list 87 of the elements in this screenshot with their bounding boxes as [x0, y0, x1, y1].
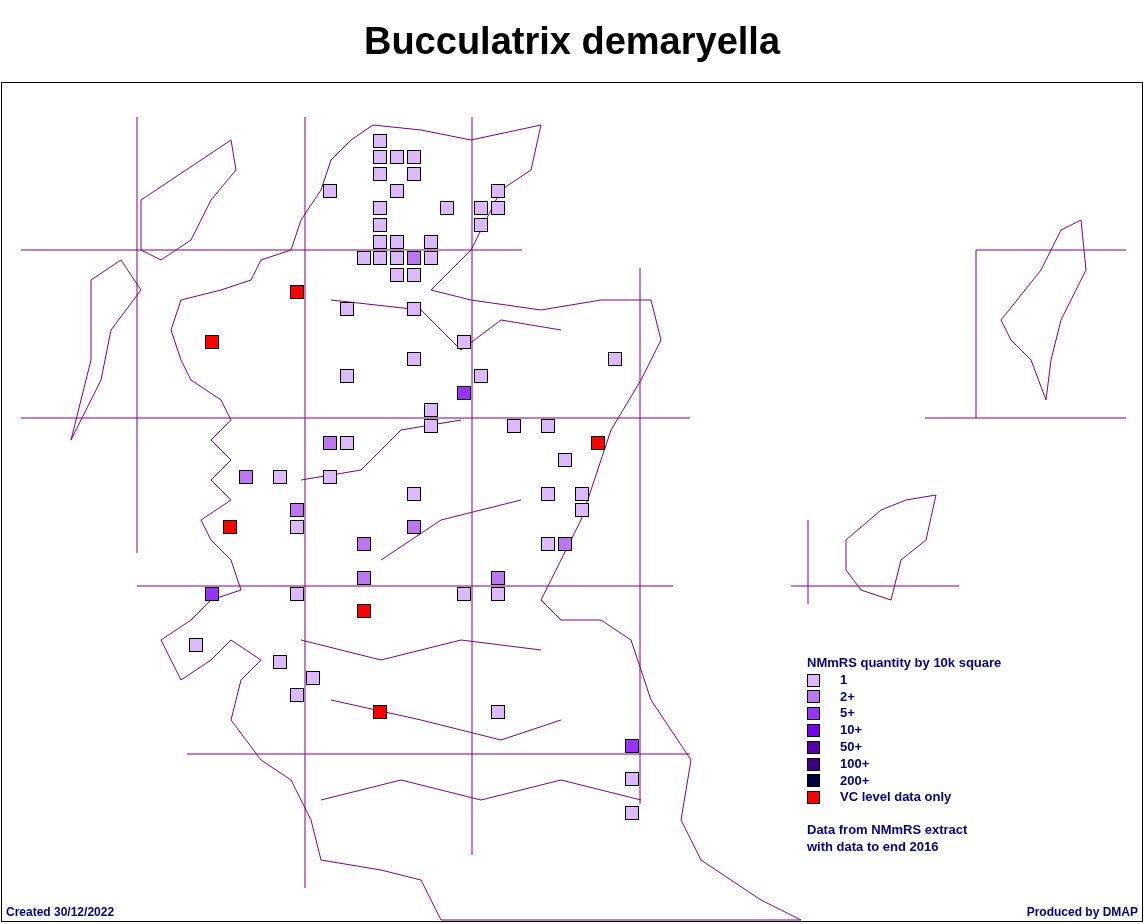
record-square	[373, 150, 387, 164]
record-square	[407, 520, 421, 534]
record-square	[491, 184, 505, 198]
record-square	[474, 201, 488, 215]
record-square	[474, 369, 488, 383]
record-square	[390, 251, 404, 265]
record-square	[625, 772, 639, 786]
record-square	[491, 587, 505, 601]
record-square	[575, 503, 589, 517]
record-square	[239, 470, 253, 484]
legend-label: 200+	[840, 772, 870, 790]
record-square	[407, 251, 421, 265]
legend-label: 10+	[840, 722, 863, 739]
credit-text: Produced by DMAP	[1026, 904, 1138, 921]
record-square	[223, 520, 237, 534]
record-square	[290, 520, 304, 534]
legend-label: 2+	[840, 688, 855, 706]
record-square	[591, 436, 605, 450]
record-square	[407, 487, 421, 501]
record-square	[273, 655, 287, 669]
record-square	[323, 436, 337, 450]
record-square	[440, 201, 454, 215]
record-square	[424, 403, 438, 417]
map-title: Bucculatrix demaryella	[363, 22, 781, 60]
legend-label: VC level data only	[840, 789, 952, 807]
record-square	[558, 453, 572, 467]
legend-label: 5+	[840, 705, 855, 723]
record-square	[340, 369, 354, 383]
record-square	[625, 739, 639, 753]
record-square	[407, 302, 421, 316]
record-square	[457, 386, 471, 400]
record-square	[290, 587, 304, 601]
record-square	[491, 571, 505, 585]
record-square	[373, 235, 387, 249]
record-square	[373, 134, 387, 148]
data-note: Data from NMmRS extract	[807, 822, 969, 839]
record-square	[407, 167, 421, 181]
record-square	[407, 268, 421, 282]
record-square	[407, 352, 421, 366]
legend-label: 50+	[840, 739, 863, 756]
record-square	[357, 537, 371, 551]
record-square	[290, 688, 304, 702]
created-date: Created 30/12/2022	[6, 904, 115, 921]
record-square	[373, 251, 387, 265]
legend-heading: NMmRS quantity by 10k square	[807, 655, 1002, 672]
record-square	[575, 487, 589, 501]
record-square	[424, 419, 438, 433]
record-square	[407, 150, 421, 164]
record-square	[323, 470, 337, 484]
record-square	[424, 251, 438, 265]
record-square	[306, 671, 320, 685]
record-square	[424, 235, 438, 249]
record-square	[390, 184, 404, 198]
record-square	[340, 302, 354, 316]
legend-label: 100+	[840, 755, 870, 773]
legend-label: 1	[840, 671, 848, 689]
record-square	[608, 352, 622, 366]
record-square	[507, 419, 521, 433]
record-square	[457, 587, 471, 601]
record-square	[541, 419, 555, 433]
record-square	[491, 705, 505, 719]
record-square	[491, 201, 505, 215]
record-square	[390, 150, 404, 164]
record-square	[205, 335, 219, 349]
record-square	[474, 218, 488, 232]
record-square	[373, 201, 387, 215]
record-square	[373, 705, 387, 719]
record-square	[205, 587, 219, 601]
data-note: with data to end 2016	[807, 838, 940, 856]
record-square	[541, 537, 555, 551]
record-square	[457, 335, 471, 349]
record-square	[290, 503, 304, 517]
record-square	[357, 251, 371, 265]
record-square	[373, 167, 387, 181]
record-square	[390, 268, 404, 282]
record-square	[340, 436, 354, 450]
record-square	[625, 806, 639, 820]
record-square	[373, 218, 387, 232]
record-square	[273, 470, 287, 484]
record-square	[541, 487, 555, 501]
record-square	[390, 235, 404, 249]
record-square	[290, 285, 304, 299]
record-square	[323, 184, 337, 198]
record-square	[357, 604, 371, 618]
record-square	[189, 638, 203, 652]
record-square	[558, 537, 572, 551]
record-square	[357, 571, 371, 585]
